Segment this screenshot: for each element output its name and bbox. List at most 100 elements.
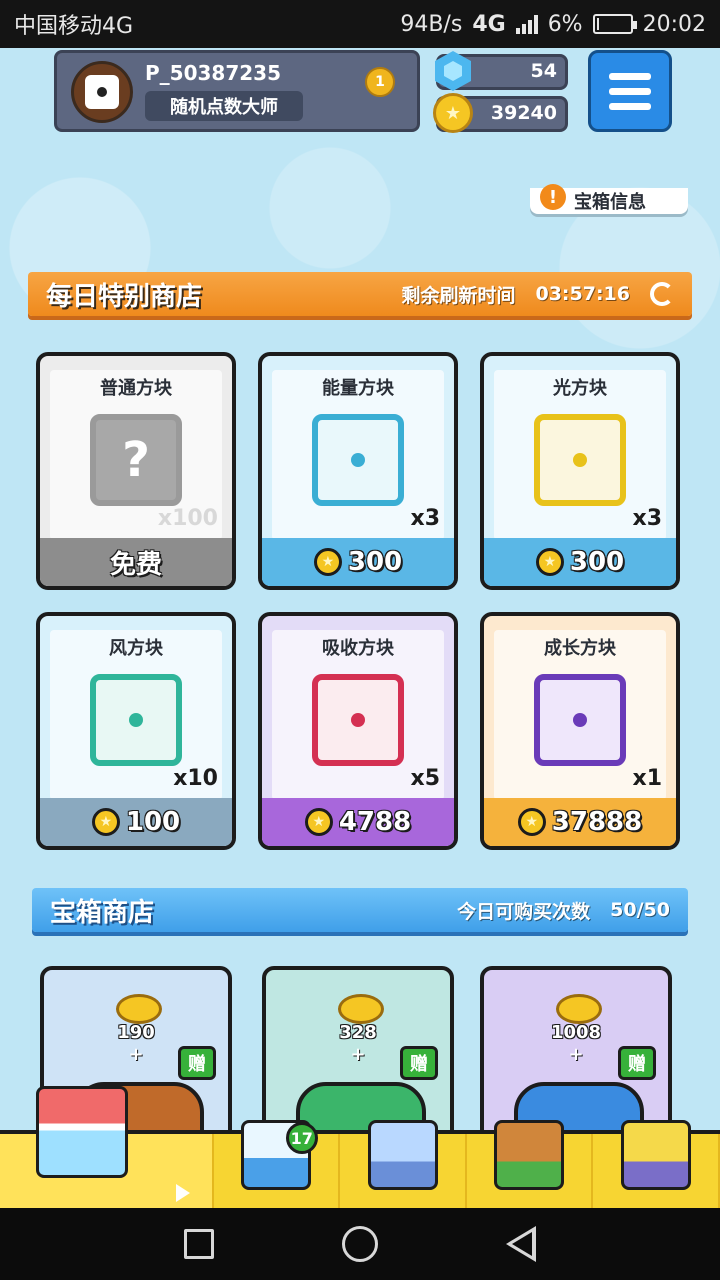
block-name: 风方块 [109, 638, 163, 659]
gift-badge: 赠 [178, 1046, 216, 1080]
network-type: 4G [472, 11, 506, 37]
refresh-label: 剩余刷新时间 [401, 284, 516, 307]
signboard-icon [494, 1120, 565, 1190]
daily-shop-title: 每日特别商店 [46, 281, 203, 312]
coin-counter[interactable]: 39240 [433, 93, 568, 133]
exclamation-icon: ! [540, 184, 566, 210]
price-value: 免费 [109, 549, 162, 580]
price-value: 100 [125, 807, 181, 837]
block-name: 吸收方块 [322, 638, 394, 659]
recent-apps-icon[interactable] [184, 1229, 214, 1259]
refresh-icon[interactable] [650, 282, 674, 306]
price-value: 300 [569, 547, 625, 577]
refresh-timer: 03:57:16 [535, 283, 630, 305]
character-icon [620, 1120, 691, 1190]
dice-icon [85, 75, 119, 109]
gem-count: 54 [530, 60, 557, 82]
shop-card[interactable]: 能量方块 x3 300 [258, 352, 458, 590]
chest-amount: 328 [339, 1022, 377, 1043]
avatar[interactable] [71, 61, 133, 123]
block-icon [90, 674, 182, 766]
price-button[interactable]: 4788 [262, 798, 454, 846]
block-quantity: x3 [410, 506, 441, 531]
gem-icon [435, 51, 471, 91]
coin-icon [304, 808, 333, 836]
menu-button[interactable] [588, 50, 672, 132]
nav-clan[interactable] [467, 1120, 594, 1208]
block-icon [534, 414, 626, 506]
shop-card[interactable]: 成长方块 x1 37888 [480, 612, 680, 850]
block-icon [312, 414, 404, 506]
daily-shop-header: 每日特别商店 剩余刷新时间 03:57:16 [28, 272, 692, 316]
block-name: 成长方块 [544, 638, 616, 659]
chest-info-button[interactable]: ! 宝箱信息 [530, 184, 688, 214]
price-value: 300 [347, 547, 403, 577]
shop-card[interactable]: 吸收方块 x5 4788 [258, 612, 458, 850]
coin-icon [313, 548, 342, 576]
chest-amount: 1008 [550, 1022, 602, 1043]
signal-icon [515, 14, 538, 34]
system-nav-bar [0, 1208, 720, 1280]
block-quantity: x5 [410, 766, 441, 791]
price-button[interactable]: 免费 [40, 538, 232, 586]
block-quantity: x3 [632, 506, 663, 531]
coin-icon [517, 808, 546, 836]
play-arrow-icon [175, 1184, 190, 1202]
block-name: 普通方块 [100, 378, 172, 399]
player-title: 随机点数大师 [145, 91, 303, 121]
chest-shop-header: 宝箱商店 今日可购买次数 50/50 [32, 888, 688, 932]
coin-pile-icon [116, 994, 162, 1024]
gift-badge: 赠 [618, 1046, 656, 1080]
battery-percent: 6% [547, 11, 583, 37]
gift-badge: 赠 [400, 1046, 438, 1080]
coin-icon [535, 548, 564, 576]
shop-card[interactable]: 风方块 x10 100 [36, 612, 236, 850]
net-speed: 94B/s [400, 11, 463, 37]
shop-icon [35, 1086, 128, 1178]
hamburger-icon [609, 72, 651, 80]
carrier-label: 中国移动4G [14, 14, 134, 39]
purchase-label: 今日可购买次数 [457, 900, 591, 923]
status-bar: 中国移动4G 94B/s 4G 6% 20:02 [0, 0, 720, 48]
notification-badge: 17 [285, 1122, 318, 1154]
coin-pile-icon [556, 994, 602, 1024]
chest-info-label: 宝箱信息 [574, 192, 646, 213]
coin-icon [433, 93, 473, 133]
sword-shield-icon [367, 1120, 438, 1190]
nav-dice[interactable]: 17 [214, 1120, 341, 1208]
player-profile[interactable]: P_50387235 随机点数大师 1 [54, 50, 420, 132]
block-name: 光方块 [553, 378, 607, 399]
clock: 20:02 [642, 11, 706, 37]
purchase-count: 50/50 [610, 899, 670, 921]
block-quantity: x1 [632, 766, 663, 791]
shop-card[interactable]: 光方块 x3 300 [480, 352, 680, 590]
home-icon[interactable] [342, 1226, 378, 1262]
chest-shop-title: 宝箱商店 [50, 897, 155, 928]
chest-amount: 190 [117, 1022, 155, 1043]
back-icon[interactable] [506, 1226, 536, 1262]
price-value: 4788 [338, 807, 412, 837]
nav-pet[interactable] [593, 1120, 720, 1208]
price-button[interactable]: 100 [40, 798, 232, 846]
block-icon: ? [90, 414, 182, 506]
price-button[interactable]: 300 [262, 538, 454, 586]
coin-pile-icon [338, 994, 384, 1024]
coin-count: 39240 [490, 102, 557, 124]
bottom-nav: 17 [0, 1086, 720, 1208]
rank-number: 1 [365, 67, 395, 97]
rank-medal-icon: 1 [365, 67, 397, 115]
gem-counter[interactable]: 54 [435, 51, 568, 91]
player-id: P_50387235 [145, 61, 281, 85]
block-icon [312, 674, 404, 766]
nav-shop[interactable] [0, 1086, 214, 1208]
shop-card[interactable]: 普通方块? x100 免费 [36, 352, 236, 590]
nav-battle[interactable] [340, 1120, 467, 1208]
price-button[interactable]: 37888 [484, 798, 676, 846]
block-quantity: x10 [173, 766, 218, 791]
price-value: 37888 [551, 807, 643, 837]
block-quantity: x100 [157, 506, 218, 531]
block-icon [534, 674, 626, 766]
coin-icon [91, 808, 120, 836]
battery-icon [592, 14, 637, 34]
price-button[interactable]: 300 [484, 538, 676, 586]
